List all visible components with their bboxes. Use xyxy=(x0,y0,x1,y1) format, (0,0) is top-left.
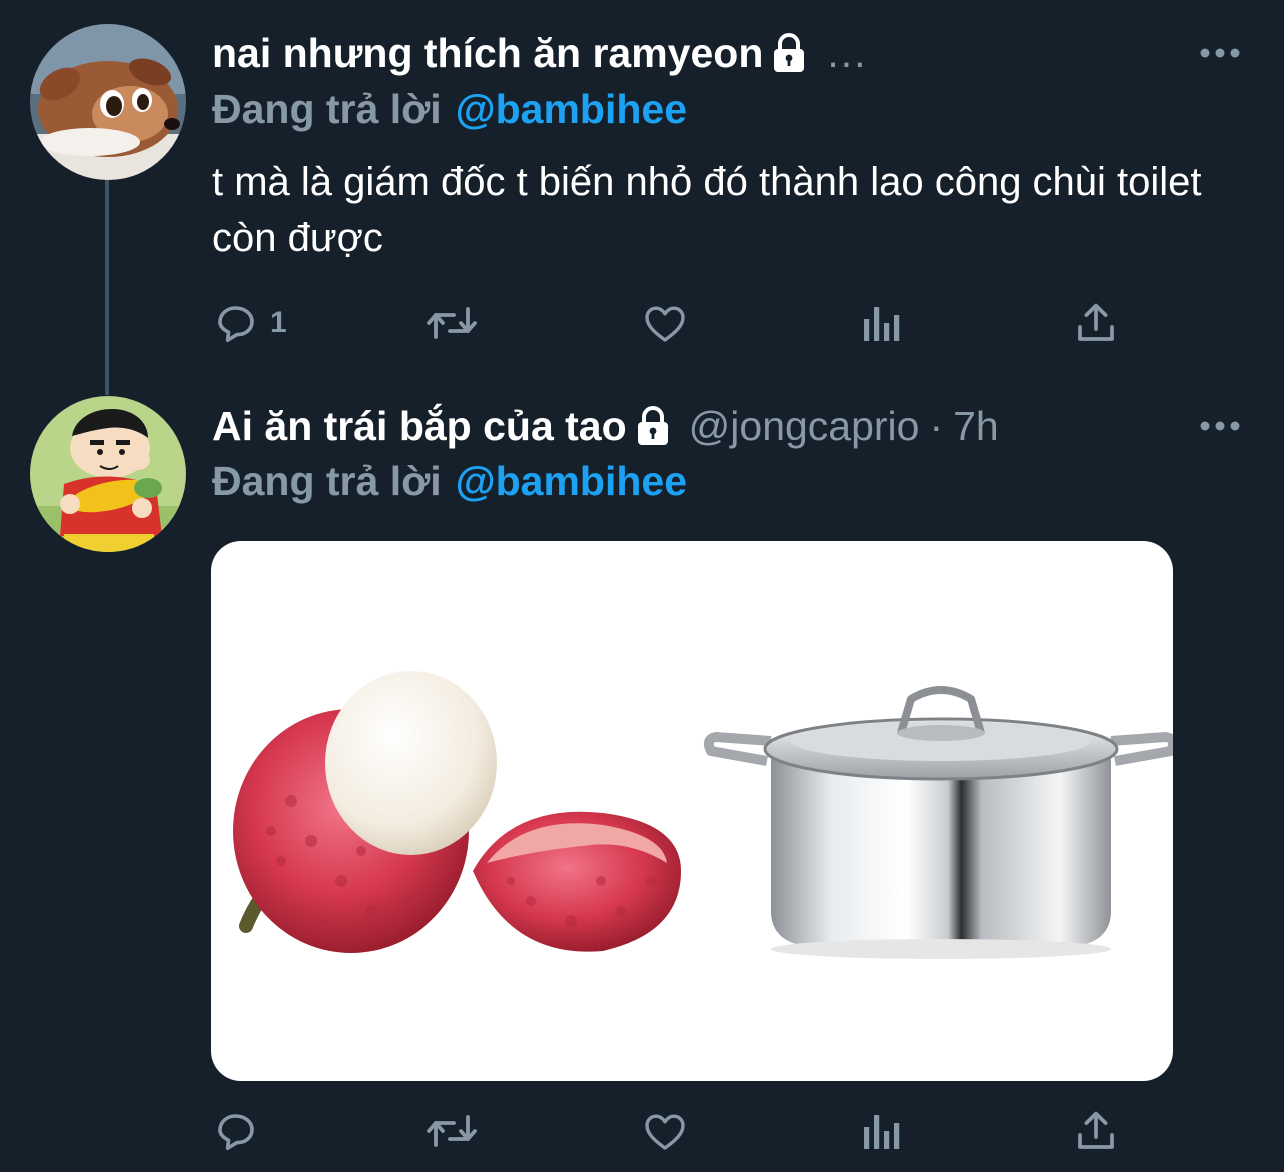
more-icon[interactable] xyxy=(1198,419,1242,433)
truncation-ellipsis: ... xyxy=(827,30,868,76)
share-icon xyxy=(1078,1111,1114,1149)
retweet-icon xyxy=(427,307,477,339)
separator-dot: · xyxy=(929,403,944,449)
tweet-media-image[interactable] xyxy=(211,541,1173,1081)
like-button[interactable] xyxy=(640,1106,690,1156)
reply-icon xyxy=(218,306,254,342)
analytics-button[interactable] xyxy=(860,298,904,348)
mention-link[interactable]: @bambihee xyxy=(456,86,687,132)
action-bar xyxy=(212,1106,1212,1156)
display-name[interactable]: nai nhưng thích ăn ramyeon xyxy=(212,28,763,78)
tweet-header: Ai ăn trái bắp của tao @jongcaprio · 7h xyxy=(212,401,999,451)
replying-to-line: Đang trả lời @bambihee xyxy=(212,84,687,134)
retweet-button[interactable] xyxy=(424,1106,480,1156)
action-bar: 1 xyxy=(212,298,1212,348)
timestamp[interactable]: 7h xyxy=(953,401,999,451)
heart-icon xyxy=(645,1114,685,1150)
like-button[interactable] xyxy=(640,298,690,348)
analytics-button[interactable] xyxy=(860,1106,904,1156)
lock-icon xyxy=(774,33,805,72)
share-icon xyxy=(1078,303,1114,341)
display-name[interactable]: Ai ăn trái bắp của tao xyxy=(212,401,627,451)
analytics-icon xyxy=(864,1115,900,1149)
avatar-shinchan[interactable] xyxy=(30,396,186,552)
tweet-header: nai nhưng thích ăn ramyeon ... xyxy=(212,28,868,78)
timeline: nai nhưng thích ăn ramyeon ... Đang trả … xyxy=(0,0,1284,1172)
more-icon[interactable] xyxy=(1198,46,1242,60)
replying-label: Đang trả lời xyxy=(212,86,442,132)
retweet-button[interactable] xyxy=(424,298,480,348)
lychee-and-pot-illustration xyxy=(233,671,1173,959)
user-handle[interactable]: @jongcaprio xyxy=(689,401,920,451)
analytics-icon xyxy=(864,307,900,341)
mention-link[interactable]: @bambihee xyxy=(456,458,687,504)
tweet-text: t mà là giám đốc t biến nhỏ đó thành lao… xyxy=(212,160,1202,260)
thread-connector-line xyxy=(105,180,109,395)
share-button[interactable] xyxy=(1072,298,1120,348)
reply-button[interactable] xyxy=(212,1106,270,1156)
heart-icon xyxy=(645,306,685,342)
reply-count: 1 xyxy=(270,306,287,339)
share-button[interactable] xyxy=(1072,1106,1120,1156)
reply-icon xyxy=(218,1114,254,1150)
replying-to-line: Đang trả lời @bambihee xyxy=(212,456,687,506)
replying-label: Đang trả lời xyxy=(212,458,442,504)
reply-button[interactable]: 1 xyxy=(212,298,287,348)
avatar-bambi[interactable] xyxy=(30,24,186,180)
retweet-icon xyxy=(427,1115,477,1147)
lock-icon xyxy=(637,406,668,445)
